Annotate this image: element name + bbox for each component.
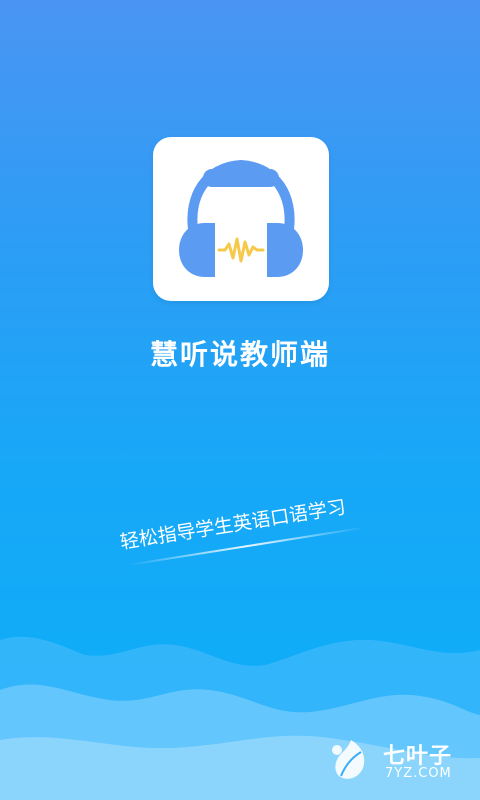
app-title: 慧听说教师端	[149, 338, 330, 371]
watermark: 七叶子 7YZ.COM	[327, 736, 473, 790]
leaf-logo-icon	[332, 740, 365, 779]
app-logo	[153, 137, 329, 301]
tagline-block: 轻松指导学生英语口语学习	[118, 496, 368, 588]
watermark-domain: 7YZ.COM	[385, 766, 452, 781]
headphones-waveform-icon	[179, 159, 303, 277]
